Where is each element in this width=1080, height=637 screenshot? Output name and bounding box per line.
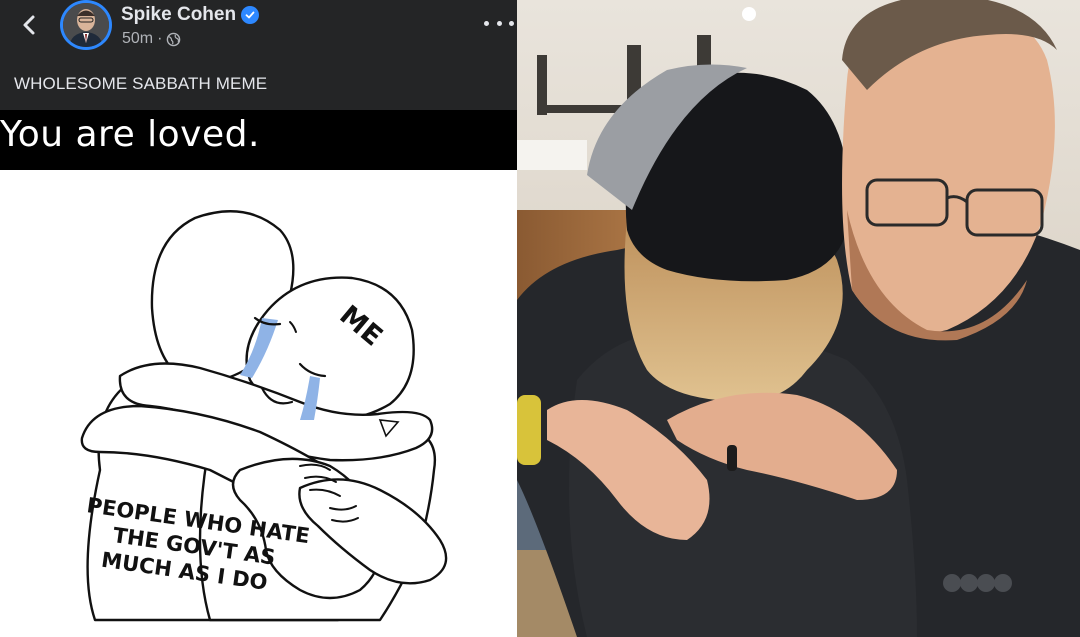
avatar-portrait-image <box>63 3 109 47</box>
chevron-left-icon <box>23 15 35 35</box>
author-name-text: Spike Cohen <box>121 4 237 25</box>
post-caption: WHOLESOME SABBATH MEME <box>14 74 268 93</box>
post-meta: 50m · <box>122 30 181 48</box>
author-name[interactable]: Spike Cohen <box>121 4 260 26</box>
back-button[interactable] <box>14 10 44 40</box>
meme-banner-text: You are loved. <box>0 114 260 155</box>
facebook-post: Spike Cohen 50m · WHOLESOME SABBATH MEME… <box>0 0 517 637</box>
more-options-icon[interactable] <box>484 14 514 32</box>
author-avatar[interactable] <box>60 0 112 50</box>
meme-banner: You are loved. <box>0 110 517 170</box>
meme-illustration[interactable]: ME PEOPLE WHO HATE THE GOV'T AS MUCH AS … <box>0 170 517 637</box>
globe-icon <box>167 32 181 46</box>
meta-separator: · <box>157 30 163 47</box>
post-timestamp[interactable]: 50m <box>122 30 153 48</box>
verified-badge-icon <box>241 6 260 24</box>
post-header: Spike Cohen 50m · WHOLESOME SABBATH MEME <box>0 0 517 110</box>
hug-photo[interactable] <box>517 0 1080 637</box>
hug-photo-image <box>517 0 1080 637</box>
